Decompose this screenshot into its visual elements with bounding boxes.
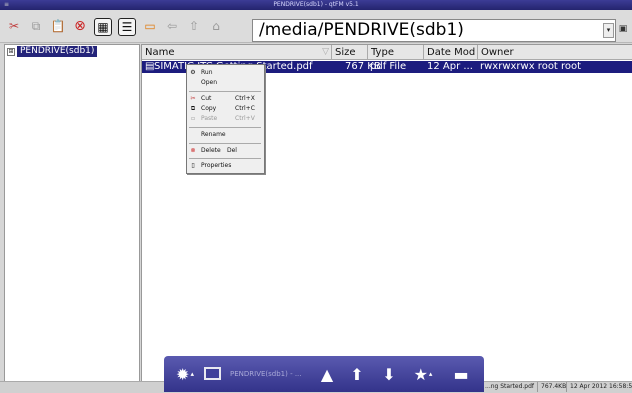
gear-icon: ✹ [176,364,190,384]
home-icon[interactable]: ⌂ [207,17,225,35]
folder-icon[interactable]: ▭ [141,17,159,35]
column-header-date[interactable]: Date Mod [424,45,478,60]
status-size: 767.4KB [537,382,566,392]
window-title: PENDRIVE(sdb1) - qtFM v5.1 [273,1,359,8]
menu-item-shortcut: Del [227,147,237,154]
cut-icon: ✂ [190,95,196,102]
file-owner: rwxrwxrwx root root [480,61,582,72]
menu-item-paste[interactable]: ▫ Paste Ctrl+V [187,114,264,124]
path-text: /media/PENDRIVE(sdb1) [259,20,464,40]
delete-icon: ⊗ [190,147,196,154]
monitor-icon[interactable] [204,367,221,380]
menu-item-open[interactable]: Open [187,78,264,88]
settings-menu-button[interactable]: ✹ ▴ [170,364,200,384]
status-file: ...ng Started.pdf [485,383,535,390]
status-date: 12 Apr 2012 16:58:5 [566,382,632,392]
menu-item-run[interactable]: ⚙ Run [187,68,264,78]
menu-item-label: Properties [201,162,232,169]
taskbar-dock: ✹ ▴ PENDRIVE(sdb1) - ... ▲ ⬆ ⬇ ★ ▴ ▬ [164,356,484,392]
menu-separator [189,127,261,128]
menu-item-shortcut: Ctrl+C [235,105,255,112]
icon-view-icon[interactable]: ▦ [94,18,112,36]
copy-icon[interactable]: ⧉ [27,17,45,35]
back-icon[interactable]: ⇦ [163,17,181,35]
bookmarks-button[interactable]: ★ ▴ [408,364,438,384]
menu-item-delete[interactable]: ⊗ Delete Del [187,146,264,156]
menu-item-label: Copy [201,105,217,112]
menu-item-properties[interactable]: ▯ Properties [187,161,264,171]
run-icon: ⚙ [190,69,196,76]
title-bar: ≡ PENDRIVE(sdb1) - qtFM v5.1 [0,0,632,10]
menu-item-label: Open [201,79,218,86]
menu-item-label: Cut [201,95,212,102]
file-type: pdf File [370,61,407,72]
tree-item-label[interactable]: PENDRIVE(sdb1) [17,46,98,57]
file-date: 12 Apr ... [427,61,473,72]
terminal-icon[interactable]: ▣ [618,24,628,34]
properties-icon: ▯ [191,162,195,169]
detail-view-icon[interactable]: ☰ [118,18,136,36]
up-arrow-icon[interactable]: ⬆ [344,364,370,384]
column-name-label: Name [145,47,175,58]
menu-item-cut[interactable]: ✂ Cut Ctrl+X [187,94,264,104]
column-owner-label: Owner [481,47,514,58]
delete-icon[interactable]: ⊗ [71,17,89,35]
caret-icon: ▴ [190,370,194,378]
column-header-name[interactable]: Name ▽ [142,45,332,60]
down-arrow-icon[interactable]: ⬇ [376,364,402,384]
eject-icon[interactable]: ▲ [314,364,340,384]
menu-separator [189,143,261,144]
caret-icon: ▴ [428,370,433,378]
folder-tree: ⊞ PENDRIVE(sdb1) [4,44,140,383]
path-dropdown-icon[interactable]: ▾ [603,23,614,38]
menu-item-label: Delete [201,147,221,154]
path-input[interactable]: /media/PENDRIVE(sdb1) [252,19,616,42]
task-button[interactable]: PENDRIVE(sdb1) - ... [230,367,318,382]
copy-icon: ⧉ [190,105,196,112]
menu-item-rename[interactable]: Rename [187,130,264,140]
column-header-size[interactable]: Size [332,45,368,60]
tree-item-pendrive[interactable]: ⊞ PENDRIVE(sdb1) [7,46,98,57]
menu-item-shortcut: Ctrl+V [235,115,255,122]
menu-item-copy[interactable]: ⧉ Copy Ctrl+C [187,104,264,114]
column-header-type[interactable]: Type [368,45,424,60]
menu-separator [189,91,261,92]
sort-arrow-icon: ▽ [322,47,329,57]
menu-item-label: Rename [201,131,226,138]
column-type-label: Type [371,47,394,58]
column-date-label: Date Mod [427,47,476,58]
star-icon: ★ [413,364,428,384]
menu-bar-icon[interactable]: ▬ [446,364,476,384]
menu-separator [189,158,261,159]
paste-icon: ▫ [190,115,196,122]
cut-icon[interactable]: ✂ [5,17,23,35]
paste-icon[interactable]: 📋 [49,17,67,35]
up-icon[interactable]: ⇧ [185,17,203,35]
expand-icon[interactable]: ⊞ [7,47,15,56]
menu-item-label: Paste [201,115,218,122]
menu-item-shortcut: Ctrl+X [235,95,255,102]
context-menu: ⚙ Run Open ✂ Cut Ctrl+X ⧉ Copy Ctrl+C ▫ Paste C… [186,64,265,174]
column-header-owner[interactable]: Owner [478,45,632,60]
column-size-label: Size [335,47,356,58]
menu-item-label: Run [201,69,213,76]
